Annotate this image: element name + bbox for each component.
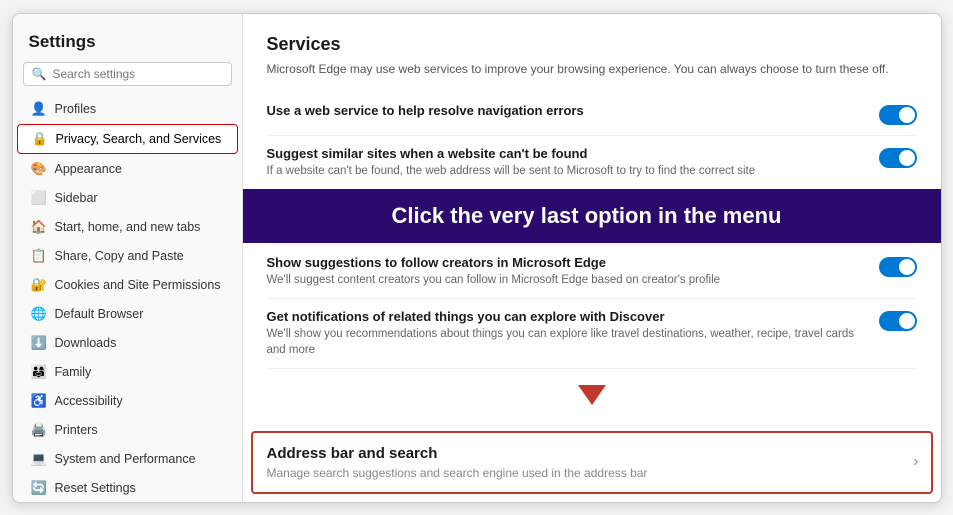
overlay-text: Click the very last option in the menu	[392, 203, 782, 228]
search-icon: 🔍	[32, 67, 47, 81]
setting-label-nav-errors: Use a web service to help resolve naviga…	[267, 103, 863, 118]
nav-icon-system: 💻	[31, 451, 47, 467]
sidebar-item-reset[interactable]: 🔄 Reset Settings	[17, 474, 238, 502]
setting-sublabel-discover: We'll show you recommendations about thi…	[267, 326, 863, 358]
section-desc: Microsoft Edge may use web services to i…	[267, 61, 917, 78]
sidebar-title: Settings	[13, 14, 242, 62]
nav-icon-start-home: 🏠	[31, 219, 47, 235]
sidebar: Settings 🔍 👤 Profiles 🔒 Privacy, Search, an…	[13, 14, 243, 502]
setting-label-discover: Get notifications of related things you …	[267, 309, 863, 324]
main-content: Services Microsoft Edge may use web serv…	[243, 14, 941, 502]
nav-label-profiles: Profiles	[55, 102, 97, 116]
sidebar-item-profiles[interactable]: 👤 Profiles	[17, 95, 238, 123]
nav-icon-share-copy: 📋	[31, 248, 47, 264]
sidebar-item-printers[interactable]: 🖨️ Printers	[17, 416, 238, 444]
nav-label-accessibility: Accessibility	[55, 394, 123, 408]
nav-label-default-browser: Default Browser	[55, 307, 144, 321]
setting-label-similar-sites: Suggest similar sites when a website can…	[267, 146, 863, 161]
setting-row-similar-sites: Suggest similar sites when a website can…	[267, 136, 917, 190]
setting-text-discover: Get notifications of related things you …	[267, 309, 863, 358]
sidebar-item-accessibility[interactable]: ♿ Accessibility	[17, 387, 238, 415]
nav-label-share-copy: Share, Copy and Paste	[55, 249, 184, 263]
search-box[interactable]: 🔍	[23, 62, 232, 86]
nav-icon-profiles: 👤	[31, 101, 47, 117]
nav-label-printers: Printers	[55, 423, 98, 437]
nav-label-start-home: Start, home, and new tabs	[55, 220, 201, 234]
nav-label-reset: Reset Settings	[55, 481, 136, 495]
overlay-banner: Click the very last option in the menu	[243, 189, 941, 243]
setting-row-discover: Get notifications of related things you …	[267, 299, 917, 369]
nav-icon-downloads: ⬇️	[31, 335, 47, 351]
nav-icon-sidebar: ⬜	[31, 190, 47, 206]
section-title: Services	[267, 34, 917, 55]
nav-label-system: System and Performance	[55, 452, 196, 466]
sidebar-item-share-copy[interactable]: 📋 Share, Copy and Paste	[17, 242, 238, 270]
sidebar-item-downloads[interactable]: ⬇️ Downloads	[17, 329, 238, 357]
nav-label-cookies: Cookies and Site Permissions	[55, 278, 221, 292]
setting-sublabel-similar-sites: If a website can't be found, the web add…	[267, 163, 863, 179]
browser-window: Settings 🔍 👤 Profiles 🔒 Privacy, Search, an…	[12, 13, 942, 503]
toggle-nav-errors[interactable]	[879, 105, 917, 125]
setting-text-similar-sites: Suggest similar sites when a website can…	[267, 146, 863, 179]
setting-sublabel-creators: We'll suggest content creators you can f…	[267, 272, 863, 288]
nav-label-privacy: Privacy, Search, and Services	[56, 132, 222, 146]
nav-label-appearance: Appearance	[55, 162, 122, 176]
nav-icon-reset: 🔄	[31, 480, 47, 496]
nav-label-sidebar: Sidebar	[55, 191, 98, 205]
nav-icon-default-browser: 🌐	[31, 306, 47, 322]
highlight-box-desc: Manage search suggestions and search eng…	[267, 466, 917, 480]
setting-text-nav-errors: Use a web service to help resolve naviga…	[267, 103, 863, 120]
setting-label-creators: Show suggestions to follow creators in M…	[267, 255, 863, 270]
sidebar-item-appearance[interactable]: 🎨 Appearance	[17, 155, 238, 183]
main-panel: Services Microsoft Edge may use web serv…	[243, 14, 941, 502]
toggle-discover[interactable]	[879, 311, 917, 331]
sidebar-nav: 👤 Profiles 🔒 Privacy, Search, and Services 🎨…	[13, 94, 242, 502]
sidebar-item-start-home[interactable]: 🏠 Start, home, and new tabs	[17, 213, 238, 241]
setting-row-nav-errors: Use a web service to help resolve naviga…	[267, 93, 917, 136]
nav-icon-appearance: 🎨	[31, 161, 47, 177]
setting-text-creators: Show suggestions to follow creators in M…	[267, 255, 863, 288]
chevron-right-icon: ›	[913, 453, 918, 471]
toggle-similar-sites[interactable]	[879, 148, 917, 168]
nav-label-family: Family	[55, 365, 92, 379]
nav-icon-accessibility: ♿	[31, 393, 47, 409]
search-input[interactable]	[52, 67, 222, 81]
nav-icon-privacy: 🔒	[32, 131, 48, 147]
setting-row-creators: Show suggestions to follow creators in M…	[267, 245, 917, 299]
nav-icon-family: 👨‍👩‍👧	[31, 364, 47, 380]
nav-icon-printers: 🖨️	[31, 422, 47, 438]
sidebar-item-system[interactable]: 💻 System and Performance	[17, 445, 238, 473]
sidebar-item-privacy[interactable]: 🔒 Privacy, Search, and Services	[17, 124, 238, 154]
highlight-box-title: Address bar and search	[267, 445, 917, 462]
arrow-down-icon	[578, 385, 606, 405]
sidebar-item-sidebar[interactable]: ⬜ Sidebar	[17, 184, 238, 212]
sidebar-item-default-browser[interactable]: 🌐 Default Browser	[17, 300, 238, 328]
nav-label-downloads: Downloads	[55, 336, 117, 350]
sidebar-item-cookies[interactable]: 🔐 Cookies and Site Permissions	[17, 271, 238, 299]
sidebar-item-family[interactable]: 👨‍👩‍👧 Family	[17, 358, 238, 386]
toggle-creators[interactable]	[879, 257, 917, 277]
highlight-box[interactable]: Address bar and search Manage search sug…	[251, 431, 933, 494]
nav-icon-cookies: 🔐	[31, 277, 47, 293]
